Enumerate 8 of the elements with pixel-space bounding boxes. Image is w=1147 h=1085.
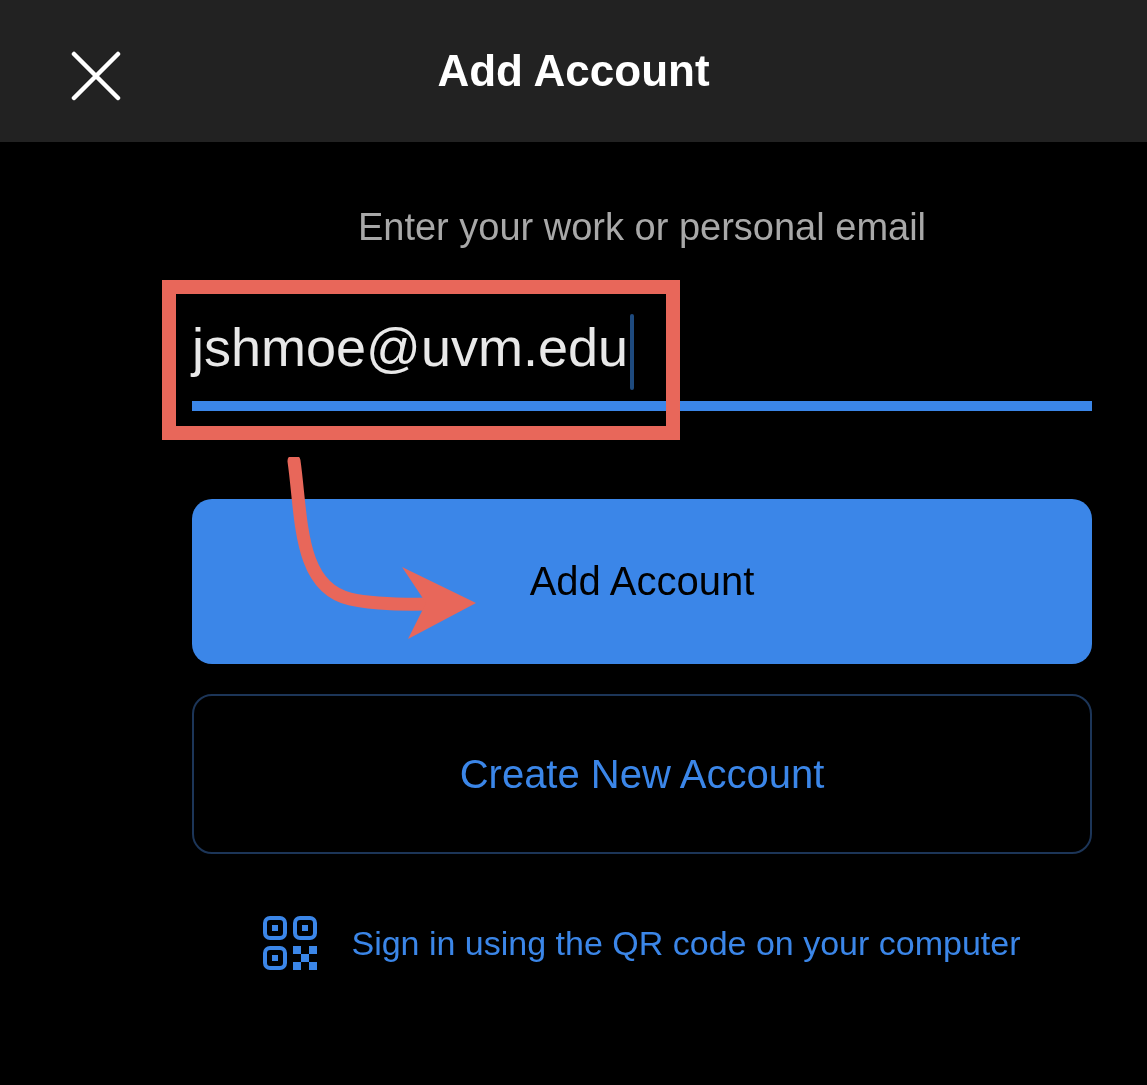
qr-sign-in-link[interactable]: Sign in using the QR code on your computer — [351, 923, 1021, 963]
qr-code-icon — [263, 916, 318, 970]
email-label: Enter your work or personal email — [356, 205, 928, 250]
email-field[interactable]: jshmoe@uvm.edu — [192, 316, 1092, 411]
close-icon[interactable] — [71, 51, 121, 101]
add-account-button[interactable]: Add Account — [192, 499, 1092, 664]
screen-title: Add Account — [437, 46, 710, 96]
create-account-button[interactable]: Create New Account — [192, 694, 1092, 854]
